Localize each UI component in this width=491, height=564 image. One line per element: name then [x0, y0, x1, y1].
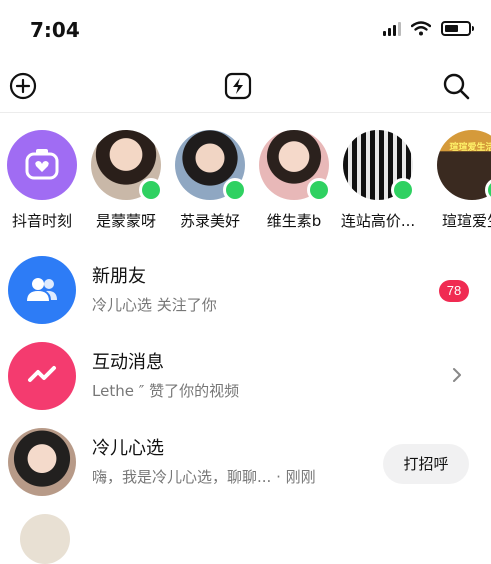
row-title: 互动消息	[92, 352, 164, 373]
story-douyin-moment[interactable]: 抖音时刻	[0, 130, 87, 231]
stories-row: 抖音时刻 是蒙蒙呀 苏录美好 维生素b 连站高价... 瑄瑄爱生活 瑄瑄爱生	[0, 130, 491, 235]
avatar-caption: 瑄瑄爱生活	[449, 143, 491, 153]
avatar	[175, 130, 247, 202]
story-name: 是蒙蒙呀	[95, 212, 156, 230]
story-name: 维生素b	[266, 212, 322, 230]
row-subtitle: 冷儿心选 关注了你	[92, 296, 217, 314]
bolt-wave-icon	[28, 366, 56, 382]
avatar	[8, 428, 76, 496]
list-item-interactions[interactable]: 互动消息 Lethe ″ 赞了你的视频	[0, 342, 491, 428]
story-user[interactable]: 连站高价...	[333, 130, 423, 231]
online-indicator	[307, 178, 331, 202]
row-subtitle: 嗨，我是冷儿心选，聊聊... · 刚刚	[92, 468, 316, 486]
top-toolbar	[0, 62, 491, 110]
story-user[interactable]: 是蒙蒙呀	[81, 130, 171, 231]
online-indicator	[485, 178, 491, 202]
avatar	[343, 130, 415, 202]
story-user[interactable]: 维生素b	[249, 130, 339, 231]
avatar	[259, 130, 331, 202]
story-user[interactable]: 苏录美好	[165, 130, 255, 231]
new-friends-avatar	[8, 256, 76, 324]
status-icons	[383, 20, 474, 36]
search-icon	[443, 73, 470, 100]
row-title: 新朋友	[92, 266, 146, 287]
search-button[interactable]	[440, 70, 472, 102]
avatar[interactable]	[20, 514, 70, 564]
online-indicator	[223, 178, 247, 202]
signal-icon	[383, 20, 401, 36]
unread-badge: 78	[439, 280, 469, 302]
story-name: 连站高价...	[340, 212, 416, 230]
avatar: 瑄瑄爱生活	[437, 130, 491, 202]
greet-button[interactable]: 打招呼	[383, 444, 469, 484]
row-subtitle: Lethe ″ 赞了你的视频	[92, 382, 240, 400]
row-title: 冷儿心选	[92, 438, 164, 459]
story-user[interactable]: 瑄瑄爱生活 瑄瑄爱生	[427, 130, 491, 231]
plus-circle-icon	[9, 72, 37, 100]
story-name: 抖音时刻	[11, 212, 72, 230]
moment-avatar	[7, 130, 77, 200]
list-item-new-friends[interactable]: 新朋友 冷儿心选 关注了你 78	[0, 256, 491, 342]
lightning-square-icon	[224, 72, 252, 100]
avatar	[91, 130, 163, 202]
story-name: 苏录美好	[179, 212, 240, 230]
chevron-right-icon	[453, 368, 461, 382]
wifi-icon	[411, 20, 431, 35]
status-time: 7:04	[30, 18, 80, 42]
battery-icon	[441, 20, 474, 36]
add-button[interactable]	[7, 70, 39, 102]
camera-heart-icon	[25, 149, 59, 180]
status-bar: 7:04	[0, 0, 491, 58]
story-name: 瑄瑄爱生	[441, 212, 491, 230]
interactions-avatar	[8, 342, 76, 410]
list-item-chat[interactable]: 冷儿心选 嗨，我是冷儿心选，聊聊... · 刚刚 打招呼	[0, 428, 491, 514]
online-indicator	[391, 178, 415, 202]
toolbar-divider	[0, 112, 491, 113]
online-indicator	[139, 178, 163, 202]
flash-button[interactable]	[222, 70, 254, 102]
people-icon	[27, 278, 57, 301]
